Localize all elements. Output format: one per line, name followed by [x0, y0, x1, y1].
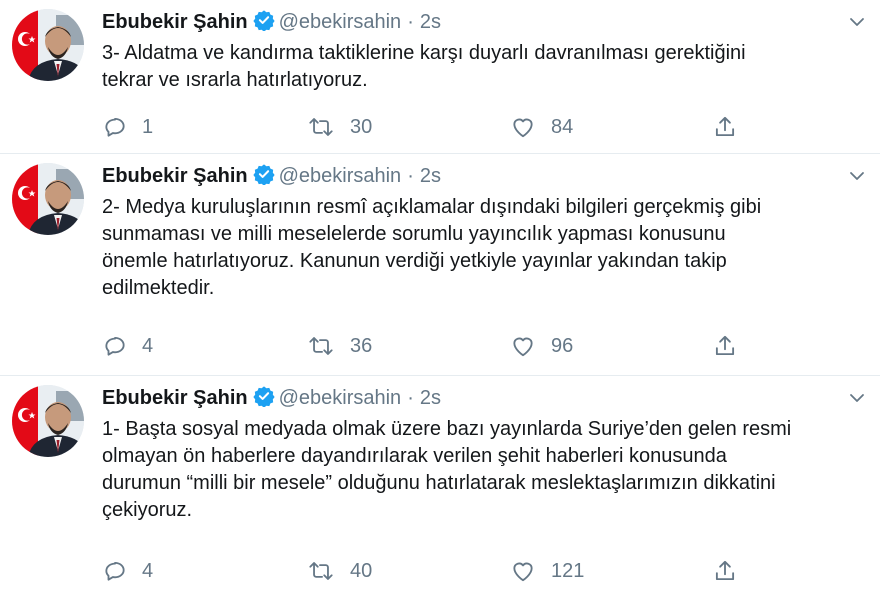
reply-count: 1 [142, 116, 154, 138]
like-button[interactable]: 121 [509, 556, 584, 586]
tweet[interactable]: Ebubekir Şahin @ebekirsahin · 2s 3- Aldatma… [0, 0, 880, 154]
retweet-count: 36 [350, 335, 373, 357]
tweet-timestamp[interactable]: 2s [420, 165, 441, 187]
tweet-actions: 4 40 121 [102, 556, 880, 586]
author-name[interactable]: Ebubekir Şahin [102, 387, 248, 409]
retweet-button[interactable]: 36 [306, 331, 372, 361]
tweet[interactable]: Ebubekir Şahin @ebekirsahin · 2s 1- Başta s… [0, 376, 880, 592]
retweet-icon [306, 558, 336, 584]
like-button[interactable]: 96 [509, 331, 573, 361]
author-handle[interactable]: @ebekirsahin [279, 387, 402, 409]
tweet-actions: 4 36 96 [102, 331, 880, 361]
verified-badge-icon [252, 163, 275, 194]
retweet-count: 30 [350, 116, 373, 138]
share-icon [712, 114, 738, 140]
share-icon [712, 558, 738, 584]
chevron-down-icon[interactable] [846, 387, 868, 409]
reply-icon [102, 114, 128, 140]
author-handle[interactable]: @ebekirsahin [279, 165, 402, 187]
reply-button[interactable]: 4 [102, 556, 153, 586]
avatar[interactable] [12, 9, 84, 81]
share-button[interactable] [712, 556, 738, 586]
tweet[interactable]: Ebubekir Şahin @ebekirsahin · 2s 2- Medya k… [0, 154, 880, 376]
reply-count: 4 [142, 335, 154, 357]
separator-dot: · [407, 165, 414, 187]
heart-icon [509, 114, 537, 140]
tweet-timestamp[interactable]: 2s [420, 387, 441, 409]
retweet-button[interactable]: 30 [306, 112, 372, 142]
chevron-down-icon[interactable] [846, 165, 868, 187]
like-count: 96 [551, 335, 574, 357]
tweet-timestamp[interactable]: 2s [420, 11, 441, 33]
reply-button[interactable]: 4 [102, 331, 153, 361]
share-button[interactable] [712, 331, 738, 361]
tweet-text: 2- Medya kuruluşlarının resmî açıklamala… [102, 196, 762, 299]
reply-icon [102, 558, 128, 584]
separator-dot: · [407, 387, 414, 409]
retweet-icon [306, 333, 336, 359]
verified-badge-icon [252, 385, 275, 416]
avatar[interactable] [12, 385, 84, 457]
tweet-actions: 1 30 84 [102, 112, 880, 142]
tweet-text: 1- Başta sosyal medyada olmak üzere bazı… [102, 418, 792, 521]
retweet-button[interactable]: 40 [306, 556, 372, 586]
avatar[interactable] [12, 163, 84, 235]
share-icon [712, 333, 738, 359]
author-name[interactable]: Ebubekir Şahin [102, 165, 248, 187]
like-count: 121 [551, 560, 585, 582]
chevron-down-icon[interactable] [846, 11, 868, 33]
like-count: 84 [551, 116, 574, 138]
tweet-header: Ebubekir Şahin @ebekirsahin · 2s [102, 161, 840, 191]
share-button[interactable] [712, 112, 738, 142]
author-handle[interactable]: @ebekirsahin [279, 11, 402, 33]
retweet-count: 40 [350, 560, 373, 582]
reply-count: 4 [142, 560, 154, 582]
reply-icon [102, 333, 128, 359]
retweet-icon [306, 114, 336, 140]
verified-badge-icon [252, 9, 275, 40]
tweet-header: Ebubekir Şahin @ebekirsahin · 2s [102, 383, 840, 413]
reply-button[interactable]: 1 [102, 112, 153, 142]
tweet-text: 3- Aldatma ve kandırma taktiklerine karş… [102, 42, 746, 91]
separator-dot: · [407, 11, 414, 33]
heart-icon [509, 558, 537, 584]
like-button[interactable]: 84 [509, 112, 573, 142]
tweet-header: Ebubekir Şahin @ebekirsahin · 2s [102, 7, 840, 37]
heart-icon [509, 333, 537, 359]
author-name[interactable]: Ebubekir Şahin [102, 11, 248, 33]
